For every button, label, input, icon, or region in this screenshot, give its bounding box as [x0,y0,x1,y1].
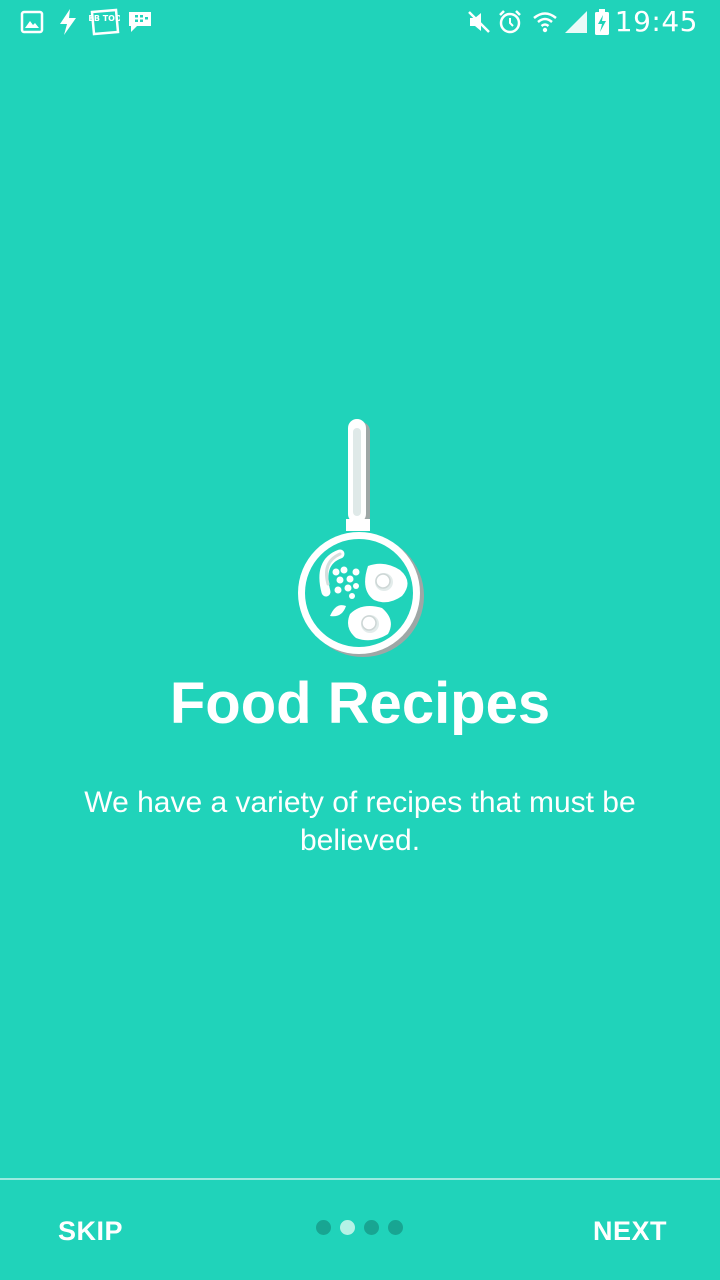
bbm-icon [126,8,154,36]
gallery-icon [18,8,46,36]
page-dot-3[interactable] [364,1220,379,1235]
flash-icon [54,8,82,36]
webtoon-web-text: WEB TOON [88,14,120,23]
footer-divider [0,1178,720,1180]
next-button[interactable]: NEXT [585,1212,675,1251]
wifi-icon [531,8,559,36]
status-time: 19:45 [614,5,698,38]
status-bar: WEB TOON [0,0,720,48]
frying-pan-icon [290,414,430,664]
battery-charging-icon [592,8,612,36]
signal-icon [562,8,590,36]
page-dot-1[interactable] [316,1220,331,1235]
page-dot-2[interactable] [340,1220,355,1235]
page-dot-4[interactable] [388,1220,403,1235]
skip-button[interactable]: SKIP [50,1212,131,1251]
onboarding-title: Food Recipes [169,671,551,736]
webtoon-icon: WEB TOON [88,8,120,36]
page-indicator [310,1218,410,1238]
alarm-icon [496,8,524,36]
onboarding-description: We have a variety of recipes that must b… [84,786,636,857]
mute-icon [465,8,493,36]
